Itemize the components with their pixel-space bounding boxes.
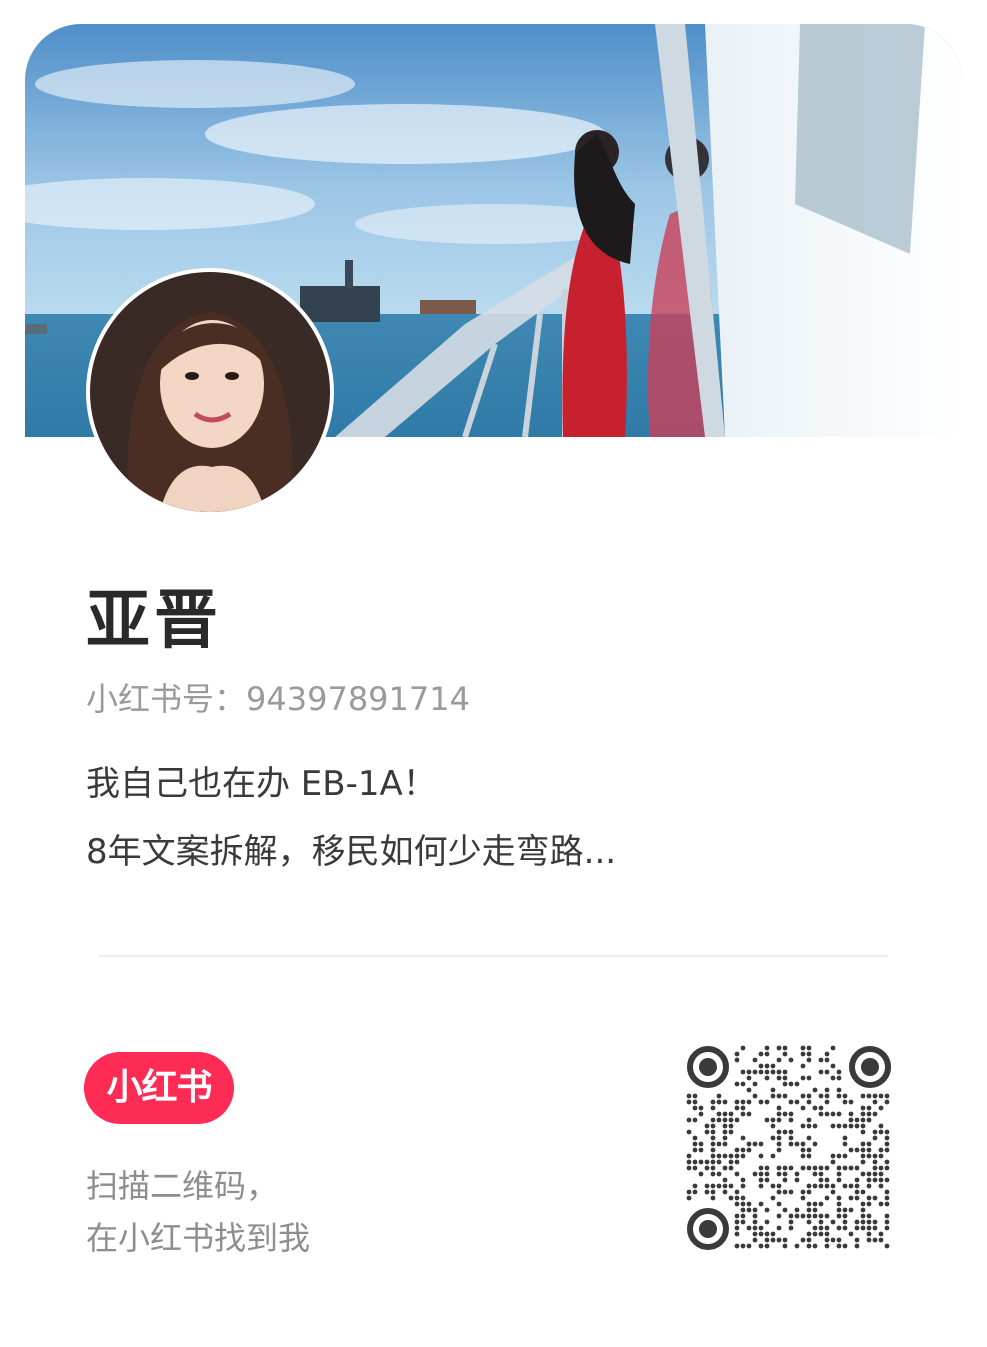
- divider: [99, 955, 888, 957]
- qr-code-icon[interactable]: [686, 1045, 892, 1251]
- profile-name: 亚晋: [86, 584, 222, 658]
- scan-line: 扫描二维码，: [86, 1167, 279, 1205]
- scan-instructions: 扫描二维码， 在小红书找到我: [86, 1160, 310, 1264]
- account-id-label: 小红书号：: [86, 680, 247, 718]
- account-id-row: 小红书号：94397891714: [86, 678, 470, 720]
- bio-line: 8年文案拆解，移民如何少走弯路...: [86, 832, 617, 872]
- bio-line: 我自己也在办 EB-1A！: [86, 764, 437, 804]
- scan-line: 在小红书找到我: [86, 1219, 311, 1257]
- profile-bio: 我自己也在办 EB-1A！ 8年文案拆解，移民如何少走弯路...: [86, 750, 906, 886]
- avatar[interactable]: [86, 268, 334, 516]
- xiaohongshu-logo-icon: 小红书: [84, 1052, 234, 1124]
- account-id-value: 94397891714: [246, 680, 470, 718]
